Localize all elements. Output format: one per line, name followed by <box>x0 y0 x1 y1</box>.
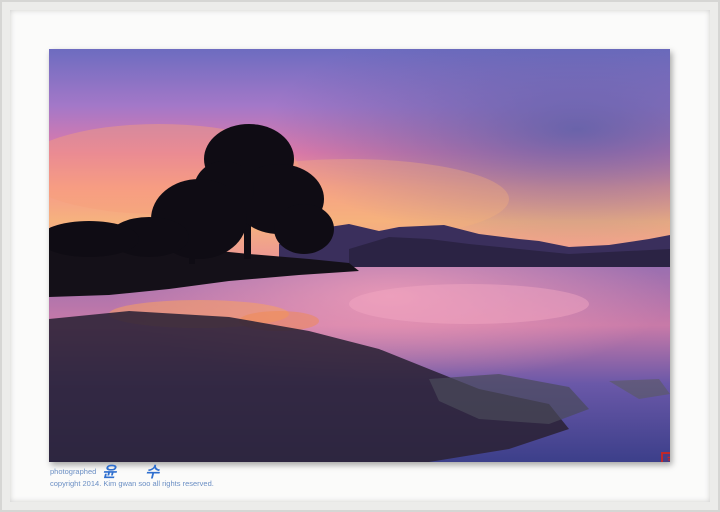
sunset-lake-image <box>49 49 670 462</box>
copyright-text: copyright 2014. Kim gwan soo all rights … <box>50 479 214 488</box>
red-seal-stamp: 吾 道 無 窮 <box>661 452 670 462</box>
photo-credit: photographed 윤 수 copyright 2014. Kim gwa… <box>50 463 214 490</box>
photographer-signature: 윤 수 <box>102 463 172 481</box>
landscape-photo: 吾 道 無 窮 <box>49 49 670 462</box>
seal-char: 吾 <box>663 454 670 463</box>
credit-label: photographed <box>50 467 97 476</box>
